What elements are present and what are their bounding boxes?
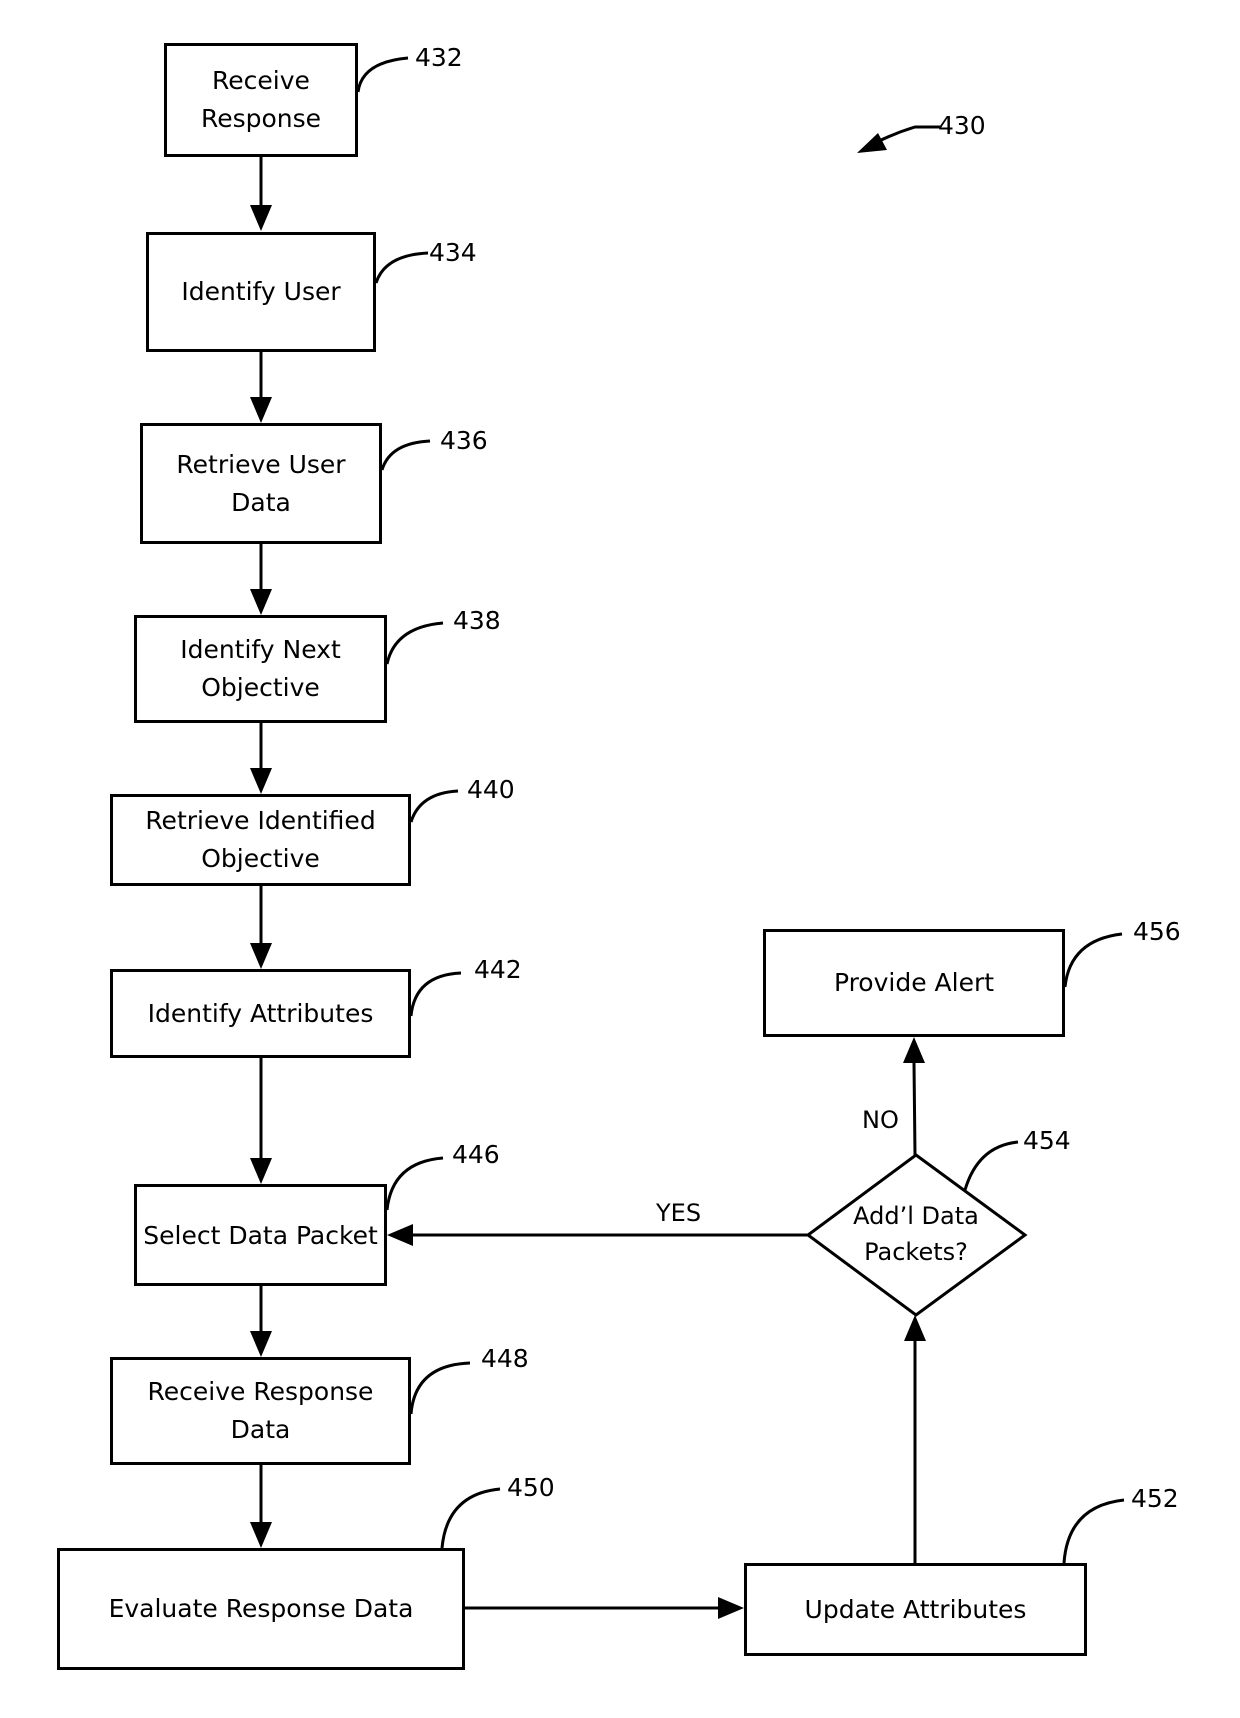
step-label: Identify User (181, 277, 341, 306)
arrow-454-456-no (912, 1062, 917, 1156)
step-label: Retrieve User (176, 449, 346, 479)
step-label: Objective (201, 673, 320, 702)
ref-numeral-438: 438 (453, 606, 501, 635)
step-436-box: Retrieve User Data (140, 423, 382, 544)
step-434-box: Identify User (146, 232, 376, 352)
edge-label-yes: YES (656, 1199, 702, 1227)
leader-450 (440, 1487, 501, 1549)
step-label: Provide Alert (833, 968, 995, 997)
ref-numeral-446: 446 (452, 1140, 500, 1169)
step-label: Receive (212, 66, 310, 95)
step-label: Retrieve Identified (145, 806, 376, 835)
arrowhead (250, 205, 272, 231)
decision-label-line: Add’l Data (853, 1202, 979, 1230)
leader-438 (385, 621, 444, 665)
leader-452 (1062, 1498, 1125, 1564)
leader-436 (380, 439, 431, 471)
leader-434 (374, 251, 429, 284)
ref-numeral-434: 434 (429, 238, 477, 267)
arrowhead (250, 1522, 272, 1548)
ref-numeral-448: 448 (481, 1344, 529, 1373)
figure-ref-arrow-430 (874, 125, 940, 145)
step-label: Objective (201, 844, 320, 873)
step-456-box: Provide Alert (763, 929, 1065, 1037)
leader-448 (409, 1361, 471, 1415)
ref-numeral-442: 442 (474, 955, 522, 984)
step-450-box: Evaluate Response Data (57, 1548, 465, 1670)
leader-432 (356, 56, 409, 93)
arrowhead (250, 943, 272, 969)
arrowhead (387, 1224, 413, 1246)
leader-454 (963, 1140, 1019, 1191)
ref-numeral-432: 432 (415, 43, 463, 72)
step-446-box: Select Data Packet (134, 1184, 387, 1286)
ref-numeral-452: 452 (1131, 1484, 1179, 1513)
step-label: Response (200, 104, 322, 133)
arrowhead (250, 1158, 272, 1184)
leader-440 (409, 789, 459, 823)
step-label: Data (230, 1415, 291, 1444)
leader-456 (1063, 932, 1123, 988)
step-label: Select Data Packet (143, 1221, 378, 1250)
step-label: Update Attributes (804, 1594, 1027, 1624)
decision-label-line: Packets? (864, 1238, 968, 1266)
arrowhead (857, 133, 887, 153)
ref-numeral-450: 450 (507, 1473, 555, 1502)
step-440-box: Retrieve Identified Objective (110, 794, 411, 886)
decision-454-label: Add’l Data Packets? (816, 1198, 1016, 1270)
arrowhead (903, 1037, 925, 1063)
step-442-box: Identify Attributes (110, 969, 411, 1058)
arrowhead (250, 768, 272, 794)
step-label: Data (231, 487, 291, 517)
leader-446 (385, 1156, 444, 1211)
ref-numeral-440: 440 (467, 775, 515, 804)
step-label: Evaluate Response Data (108, 1594, 414, 1623)
arrowhead (250, 589, 272, 615)
step-438-box: Identify Next Objective (134, 615, 387, 723)
ref-numeral-430: 430 (938, 111, 986, 140)
ref-numeral-454: 454 (1023, 1126, 1071, 1155)
edge-label-no: NO (862, 1106, 899, 1134)
ref-numeral-456: 456 (1133, 917, 1181, 946)
step-label: Identify Attributes (147, 998, 374, 1028)
arrowhead (250, 1331, 272, 1357)
step-label: Receive Response (147, 1377, 374, 1406)
step-432-box: Receive Response (164, 43, 358, 157)
step-label: Identify Next (180, 635, 341, 664)
leader-442 (409, 971, 462, 1017)
ref-numeral-436: 436 (440, 426, 488, 455)
step-452-box: Update Attributes (744, 1563, 1087, 1656)
arrowhead (904, 1315, 926, 1341)
step-448-box: Receive Response Data (110, 1357, 411, 1465)
arrowhead (250, 397, 272, 423)
arrowhead (718, 1597, 744, 1619)
